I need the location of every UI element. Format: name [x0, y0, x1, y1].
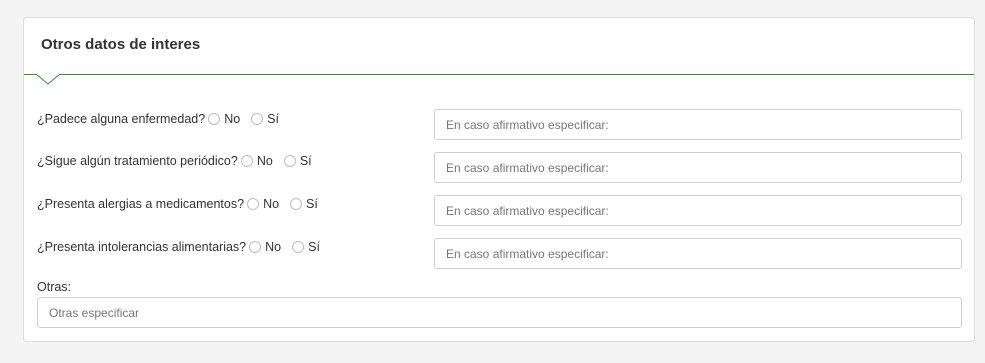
question-label: ¿Presenta alergias a medicamentos?: [37, 197, 245, 211]
radio-si-label[interactable]: Sí: [300, 154, 312, 168]
radio-si[interactable]: [292, 241, 305, 253]
radio-si-label[interactable]: Sí: [267, 112, 279, 126]
question-row-enfermedad: ¿Padece alguna enfermedad? No Sí: [37, 108, 287, 130]
specify-input-enfermedad[interactable]: [434, 109, 962, 140]
otros-datos-panel: Otros datos de interes ¿Padece alguna en…: [23, 17, 975, 342]
radio-no-label[interactable]: No: [263, 197, 279, 211]
radio-si[interactable]: [290, 198, 303, 210]
radio-no-label[interactable]: No: [257, 154, 273, 168]
specify-input-alergias[interactable]: [434, 195, 962, 226]
radio-no[interactable]: [247, 198, 260, 210]
question-label: ¿Presenta intolerancias alimentarias?: [37, 240, 247, 254]
radio-si-label[interactable]: Sí: [308, 240, 320, 254]
question-row-alergias: ¿Presenta alergias a medicamentos? No Sí: [37, 193, 326, 215]
radio-si[interactable]: [251, 113, 264, 125]
chevron-down-icon: [36, 74, 60, 85]
radio-no[interactable]: [208, 113, 221, 125]
question-row-tratamiento: ¿Sigue algún tratamiento periódico? No S…: [37, 150, 320, 172]
panel-header: Otros datos de interes: [24, 18, 974, 75]
question-row-intolerancias: ¿Presenta intolerancias alimentarias? No…: [37, 236, 328, 258]
radio-no[interactable]: [249, 241, 262, 253]
otras-label: Otras:: [37, 280, 72, 294]
panel-title: Otros datos de interes: [41, 36, 201, 53]
radio-si[interactable]: [283, 155, 296, 167]
specify-input-tratamiento[interactable]: [434, 152, 962, 183]
specify-input-intolerancias[interactable]: [434, 238, 962, 269]
radio-no-label[interactable]: No: [224, 112, 240, 126]
radio-no[interactable]: [240, 155, 253, 167]
question-label: ¿Padece alguna enfermedad?: [37, 112, 206, 126]
radio-no-label[interactable]: No: [265, 240, 281, 254]
otras-input[interactable]: [37, 297, 962, 328]
question-label: ¿Sigue algún tratamiento periódico?: [37, 154, 238, 168]
radio-si-label[interactable]: Sí: [306, 197, 318, 211]
